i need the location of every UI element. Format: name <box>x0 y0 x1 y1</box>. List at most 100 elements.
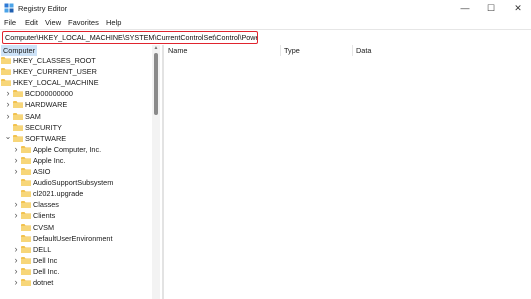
menu-file[interactable]: File <box>4 18 16 27</box>
column-divider[interactable] <box>280 45 281 56</box>
folder-icon <box>13 90 23 98</box>
tree-item[interactable]: › Apple Inc. <box>12 155 150 166</box>
tree-item[interactable]: › Dell Inc. <box>12 266 150 277</box>
tree-item[interactable]: HKEY_CLASSES_ROOT <box>0 55 150 66</box>
tree-item[interactable]: SECURITY <box>4 122 150 133</box>
chevron-right-icon[interactable]: › <box>4 111 12 121</box>
menu-favorites[interactable]: Favorites <box>68 18 99 27</box>
tree-item[interactable]: › Apple Computer, Inc. <box>12 144 150 155</box>
column-header-name[interactable]: Name <box>168 45 187 56</box>
tree-item-label: Apple Computer, Inc. <box>33 144 102 154</box>
tree-item[interactable]: › BCD00000000 <box>4 88 150 99</box>
chevron-right-icon[interactable]: › <box>12 277 20 287</box>
tree-item[interactable]: HKEY_LOCAL_MACHINE <box>0 77 150 88</box>
title-bar: Registry Editor — ☐ ✕ <box>0 0 531 16</box>
tree-item[interactable]: › Clients <box>12 210 150 221</box>
tree-item-label: CVSM <box>33 222 55 232</box>
folder-icon <box>13 112 23 120</box>
folder-icon <box>21 245 31 253</box>
maximize-button[interactable]: ☐ <box>478 0 504 16</box>
tree-item[interactable]: › dotnet <box>12 277 150 288</box>
registry-editor-icon <box>4 3 14 13</box>
folder-icon <box>13 123 23 131</box>
tree-item[interactable]: ⌄ SOFTWARE <box>4 132 150 144</box>
tree-scrollbar[interactable]: ▲ <box>152 45 160 299</box>
chevron-down-icon[interactable]: ⌄ <box>4 132 12 140</box>
tree-item-label: Dell Inc. <box>33 266 60 276</box>
menu-help[interactable]: Help <box>106 18 121 27</box>
tree-item-label: Apple Inc. <box>33 155 66 165</box>
chevron-right-icon[interactable]: › <box>12 144 20 154</box>
chevron-right-icon[interactable]: › <box>12 244 20 254</box>
scrollbar-thumb[interactable] <box>154 53 158 115</box>
folder-icon <box>13 101 23 109</box>
tree-item[interactable]: › Dell Inc <box>12 255 150 266</box>
tree-item[interactable]: cl2021.upgrade <box>12 188 150 199</box>
tree-item[interactable]: › DELL <box>12 244 150 255</box>
tree-item[interactable]: › ASIO <box>12 166 150 177</box>
tree-item-label: SOFTWARE <box>25 133 67 143</box>
chevron-right-icon[interactable]: › <box>12 199 20 209</box>
tree-item-label: HKEY_CURRENT_USER <box>13 67 97 77</box>
chevron-right-icon[interactable]: › <box>12 255 20 265</box>
minimize-button[interactable]: — <box>452 0 478 16</box>
folder-icon <box>1 57 11 64</box>
tree-item[interactable]: AudioSupportSubsystem <box>12 177 150 188</box>
tree-item-label: DELL <box>33 244 52 254</box>
column-header-type[interactable]: Type <box>284 45 300 56</box>
tree-pane[interactable]: Computer HKEY_CLASSES_ROOT HKEY_CURRENT_U… <box>0 45 162 299</box>
folder-icon <box>21 179 31 187</box>
tree-item[interactable]: CVSM <box>12 222 150 233</box>
folder-icon <box>1 68 11 76</box>
tree-item-label: Dell Inc <box>33 255 58 265</box>
chevron-right-icon[interactable]: › <box>12 210 20 220</box>
column-divider[interactable] <box>352 45 353 56</box>
tree-item-label: dotnet <box>33 278 54 287</box>
chevron-right-icon[interactable]: › <box>12 266 20 276</box>
tree-item[interactable]: › Classes <box>12 199 150 210</box>
folder-icon <box>13 134 23 142</box>
folder-icon <box>21 234 31 242</box>
registry-editor-window: Registry Editor — ☐ ✕ File Edit View Fav… <box>0 0 531 299</box>
tree-item-label: Classes <box>33 200 59 210</box>
tree-item-label: cl2021.upgrade <box>33 189 84 199</box>
folder-icon <box>21 201 31 209</box>
tree-item-label: HKEY_LOCAL_MACHINE <box>13 78 99 88</box>
folder-icon <box>21 212 31 220</box>
chevron-right-icon[interactable]: › <box>4 88 12 98</box>
folder-icon <box>21 279 31 286</box>
menu-edit[interactable]: Edit <box>25 18 38 27</box>
tree-item-label: SAM <box>25 111 41 121</box>
folder-icon <box>21 223 31 231</box>
chevron-right-icon[interactable]: › <box>12 155 20 165</box>
tree-item[interactable]: HKEY_CURRENT_USER <box>0 66 150 77</box>
tree-item-label: HARDWARE <box>25 100 68 110</box>
scroll-up-icon[interactable]: ▲ <box>153 45 159 51</box>
tree-item-label: BCD00000000 <box>25 89 73 99</box>
tree-item-label: SECURITY <box>25 122 62 132</box>
address-bar <box>0 29 531 46</box>
column-header-data[interactable]: Data <box>356 45 371 56</box>
folder-icon <box>21 190 31 198</box>
tree-item-label: HKEY_CLASSES_ROOT <box>13 56 96 65</box>
menu-bar: File Edit View Favorites Help <box>0 16 531 28</box>
tree-item-label: DefaultUserEnvironment <box>33 233 113 243</box>
folder-icon <box>1 79 11 87</box>
folder-icon <box>21 156 31 164</box>
tree-item[interactable]: DefaultUserEnvironment <box>12 233 150 244</box>
tree-item-label: AudioSupportSubsystem <box>33 178 114 188</box>
folder-icon <box>21 168 31 175</box>
values-pane[interactable]: Name Type Data <box>164 45 531 299</box>
folder-icon <box>21 145 31 153</box>
tree-item-label: ASIO <box>33 167 51 176</box>
close-button[interactable]: ✕ <box>505 0 531 16</box>
address-input[interactable] <box>2 31 258 44</box>
chevron-right-icon[interactable]: › <box>4 99 12 109</box>
chevron-right-icon[interactable]: › <box>12 166 20 176</box>
menu-view[interactable]: View <box>45 18 61 27</box>
folder-icon <box>21 256 31 264</box>
folder-icon <box>21 267 31 275</box>
tree-item[interactable]: › SAM <box>4 111 150 122</box>
tree-item[interactable]: › HARDWARE <box>4 99 150 110</box>
tree-item-label: Clients <box>33 211 56 221</box>
